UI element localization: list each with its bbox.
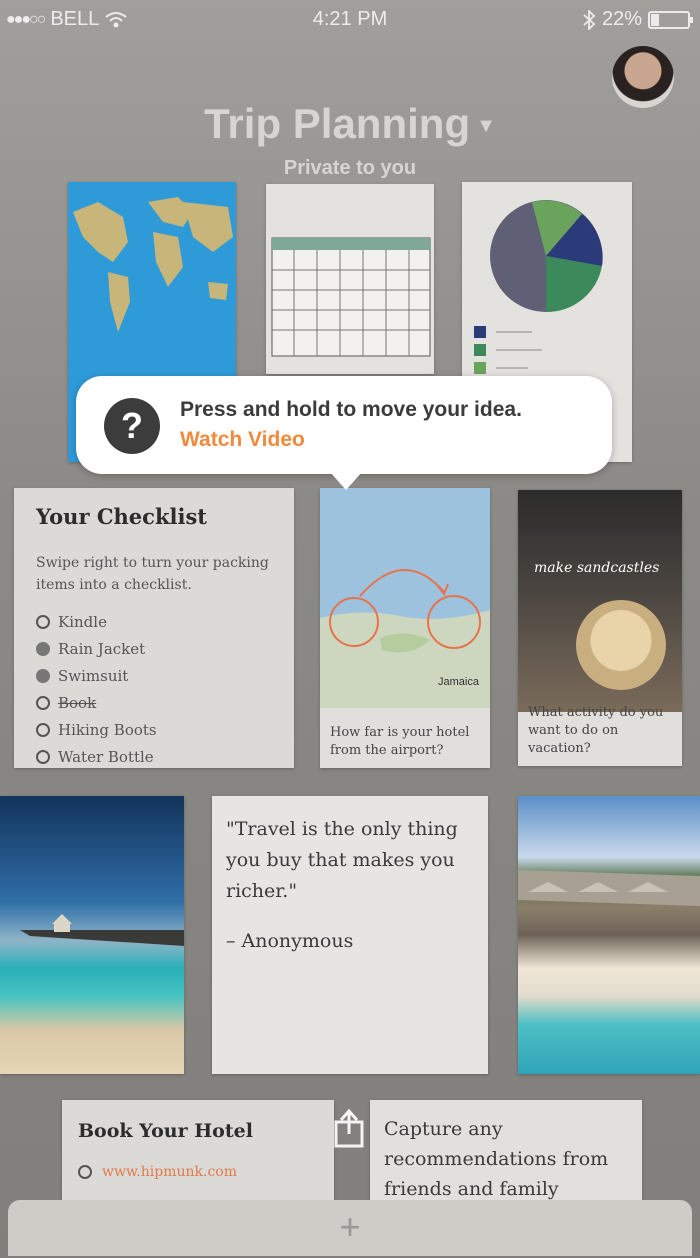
- checklist-item-label: Book: [58, 693, 97, 712]
- checklist-description: Swipe right to turn your packing items i…: [36, 555, 269, 593]
- status-bar: ●●●○○ BELL 4:21 PM 22%: [0, 0, 700, 40]
- checklist-items: Kindle Rain Jacket Swimsuit Book Hiking …: [36, 608, 157, 768]
- board-title[interactable]: Trip Planning ▼: [0, 100, 700, 148]
- hotel-link[interactable]: www.hipmunk.com: [102, 1164, 237, 1180]
- radio-icon[interactable]: [36, 722, 50, 737]
- check-icon[interactable]: [36, 668, 50, 683]
- checklist-item[interactable]: Hiking Boots: [36, 716, 157, 743]
- plus-icon: +: [339, 1206, 361, 1247]
- battery-fill: [651, 13, 660, 26]
- recommendations-card[interactable]: Capture any recommendations from friends…: [370, 1100, 642, 1210]
- move-idea-tooltip: ? Press and hold to move your idea. Watc…: [76, 376, 612, 490]
- sandcastle-photo: [576, 600, 666, 690]
- checklist-item[interactable]: Swimsuit: [36, 662, 157, 689]
- checklist-title: Your Checklist: [36, 504, 207, 529]
- chevron-down-icon: ▼: [476, 115, 496, 138]
- sandcastle-caption: What activity do you want to do on vacat…: [528, 705, 664, 756]
- avatar[interactable]: [612, 46, 674, 108]
- bluetooth-icon: [583, 9, 596, 30]
- share-button[interactable]: [332, 1108, 366, 1148]
- quote-author: – Anonymous: [226, 930, 354, 952]
- quote-text: "Travel is the only thing you buy that m…: [226, 818, 458, 902]
- resort-photo-card[interactable]: [518, 796, 700, 1074]
- calendar-image: [271, 237, 431, 357]
- quote-card[interactable]: "Travel is the only thing you buy that m…: [212, 796, 488, 1074]
- radio-icon[interactable]: [36, 695, 50, 710]
- calendar-card[interactable]: [266, 184, 434, 374]
- map-card-caption: How far is your hotel from the airport?: [330, 725, 470, 758]
- add-idea-button[interactable]: +: [8, 1200, 692, 1256]
- checklist-item[interactable]: Kindle: [36, 608, 157, 635]
- map-distance-card[interactable]: Jamaica How far is your hotel from the a…: [320, 488, 490, 768]
- board-title-text: Trip Planning: [204, 100, 471, 147]
- pier-photo-card[interactable]: [0, 796, 184, 1074]
- hotel-link-row: www.hipmunk.com: [78, 1164, 237, 1180]
- checklist-item-label: Swimsuit: [58, 666, 129, 685]
- map-image: [320, 488, 490, 708]
- watch-video-link[interactable]: Watch Video: [180, 428, 305, 452]
- map-country-label: Jamaica: [438, 676, 479, 688]
- recommendations-text: Capture any recommendations from friends…: [384, 1118, 609, 1200]
- pier-image: [20, 914, 184, 946]
- radio-icon[interactable]: [36, 614, 50, 629]
- checklist-item-label: Kindle: [58, 612, 107, 631]
- check-icon[interactable]: [36, 641, 50, 656]
- radio-icon[interactable]: [36, 749, 50, 764]
- checklist-item[interactable]: Rain Jacket: [36, 635, 157, 662]
- sandcastle-card[interactable]: make sandcastles What activity do you wa…: [518, 490, 682, 766]
- checklist-card[interactable]: Your Checklist Swipe right to turn your …: [14, 488, 294, 768]
- resort-image: [518, 870, 700, 906]
- battery-icon: [648, 10, 693, 29]
- checklist-item-label: Rain Jacket: [58, 639, 146, 658]
- checklist-item-label: Hiking Boots: [58, 720, 157, 739]
- battery-percent: 22%: [601, 8, 642, 30]
- help-icon: ?: [104, 398, 160, 454]
- share-icon: [334, 1108, 364, 1148]
- radio-icon[interactable]: [78, 1165, 92, 1179]
- hotel-card-title: Book Your Hotel: [78, 1120, 253, 1142]
- checklist-item[interactable]: Book: [36, 689, 157, 716]
- sandcastle-title: make sandcastles: [534, 560, 660, 576]
- hotel-card[interactable]: Book Your Hotel www.hipmunk.com: [62, 1100, 334, 1210]
- checklist-item[interactable]: Water Bottle: [36, 743, 157, 768]
- board-privacy: Private to you: [283, 157, 417, 179]
- tooltip-text: Press and hold to move your idea.: [180, 398, 522, 421]
- checklist-item-label: Water Bottle: [58, 747, 154, 766]
